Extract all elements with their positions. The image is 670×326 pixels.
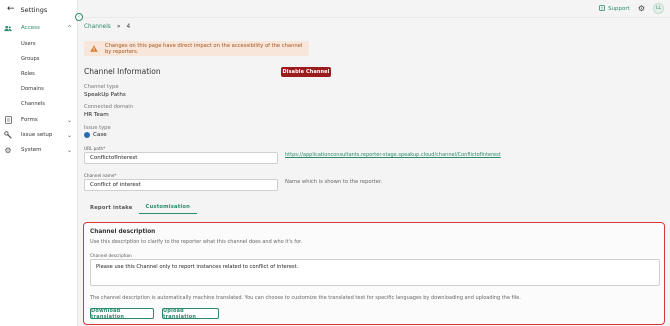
url-path-label: URL path*: [84, 146, 106, 151]
back-to-settings[interactable]: ← Settings: [7, 5, 47, 14]
collapse-sidebar-button[interactable]: ‹: [75, 13, 83, 21]
channel-name-hint: Name which is shown to the reporter.: [285, 179, 383, 185]
top-right-actions: Support ⚙ LL: [599, 3, 664, 14]
chevron-down-icon: ⌄: [67, 131, 73, 139]
connected-domain-value: HR Team: [84, 112, 109, 118]
sidebar-item-label: System: [21, 147, 42, 153]
issue-type-value: Case: [93, 132, 107, 138]
translation-note: The channel description is automatically…: [90, 295, 521, 301]
channel-type-label: Channel type: [84, 84, 119, 90]
channel-name-input[interactable]: Conflict of interest: [84, 179, 278, 191]
warning-banner: Changes on this page have direct impact …: [84, 41, 309, 56]
channel-url-link[interactable]: https://applicationconsultants.reporter-…: [285, 152, 501, 158]
chevron-up-icon: ^: [67, 24, 73, 32]
header-divider: [79, 17, 670, 18]
customisation-panel: Channel description Use this description…: [83, 222, 665, 325]
tab-bar: Report intake Customisation: [84, 201, 198, 214]
gear-icon: ⚙: [4, 145, 12, 155]
panel-title: Channel description: [90, 229, 156, 235]
sidebar-item-roles[interactable]: Roles: [21, 71, 35, 77]
tab-customisation[interactable]: Customisation: [138, 201, 198, 214]
document-icon: [4, 116, 12, 124]
breadcrumb-separator-icon: »: [116, 23, 121, 30]
warning-icon: [90, 45, 98, 52]
section-title: Channel Information: [84, 67, 161, 76]
sidebar-item-domains[interactable]: Domains: [21, 86, 44, 92]
chevron-down-icon: ⌄: [67, 146, 73, 154]
sidebar-item-channels[interactable]: Channels: [21, 101, 45, 107]
settings-gear-icon[interactable]: ⚙: [638, 4, 645, 13]
channel-description-label: Channel description: [90, 253, 132, 258]
tab-report-intake[interactable]: Report intake: [84, 201, 139, 214]
wrench-icon: [4, 131, 12, 139]
issue-type-radio[interactable]: Case: [84, 132, 107, 138]
url-path-input[interactable]: ConflictofInterest: [84, 152, 278, 164]
channel-type-value: SpeakUp Paths: [84, 92, 126, 98]
sidebar-item-label: Access: [21, 25, 40, 31]
panel-description: Use this description to clarify to the r…: [90, 239, 303, 245]
channel-name-label: Channel name*: [84, 173, 117, 178]
sidebar-item-issue-setup[interactable]: Issue setup ⌄: [0, 129, 78, 141]
sidebar-item-users[interactable]: Users: [21, 41, 36, 47]
disable-channel-button[interactable]: Disable Channel: [281, 67, 331, 77]
download-translation-button[interactable]: Download translation: [90, 308, 154, 320]
upload-translation-button[interactable]: Upload translation: [162, 308, 219, 320]
arrow-left-icon: ←: [7, 4, 15, 14]
avatar[interactable]: LL: [653, 3, 664, 14]
sidebar-item-label: Forms: [21, 117, 38, 123]
radio-selected-icon: [84, 132, 90, 138]
support-link[interactable]: Support: [599, 4, 630, 13]
sidebar-item-access[interactable]: Access ^: [0, 22, 78, 34]
connected-domain-label: Connected domain: [84, 104, 134, 110]
breadcrumb-channels[interactable]: Channels: [84, 24, 111, 30]
channel-description-textarea[interactable]: Please use this Channel only to report i…: [90, 259, 660, 286]
warning-text: Changes on this page have direct impact …: [105, 42, 303, 55]
sidebar-item-forms[interactable]: Forms ⌄: [0, 114, 78, 126]
issue-type-label: Issue type: [84, 125, 111, 131]
breadcrumb-current: 4: [126, 23, 131, 30]
support-icon: [599, 4, 605, 13]
sidebar-item-system[interactable]: ⚙ System ⌄: [0, 144, 78, 156]
chevron-down-icon: ⌄: [67, 116, 73, 124]
support-label: Support: [608, 5, 630, 12]
sidebar: ← Settings Access ^ Users Groups Roles D…: [0, 0, 78, 326]
breadcrumb: Channels » 4: [84, 23, 130, 30]
back-label: Settings: [20, 5, 48, 14]
sidebar-item-label: Issue setup: [21, 132, 53, 138]
sidebar-item-groups[interactable]: Groups: [21, 56, 40, 62]
users-icon: [4, 24, 12, 32]
